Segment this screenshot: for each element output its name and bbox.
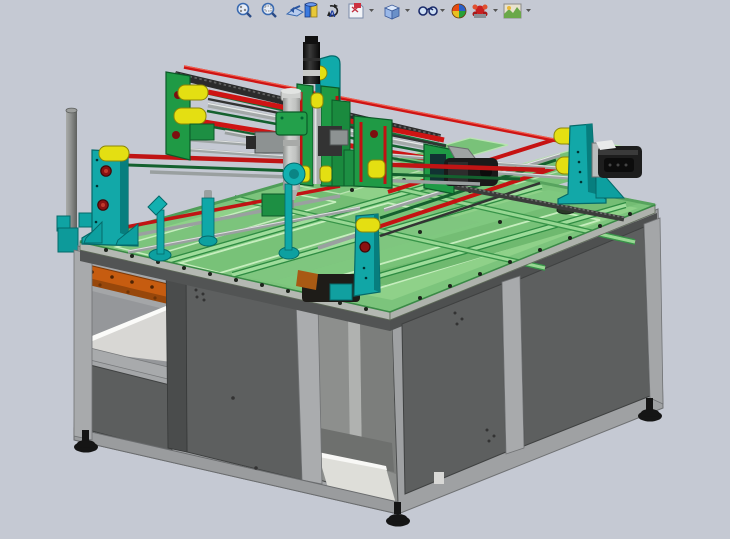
svg-text:A: A [329,9,336,19]
